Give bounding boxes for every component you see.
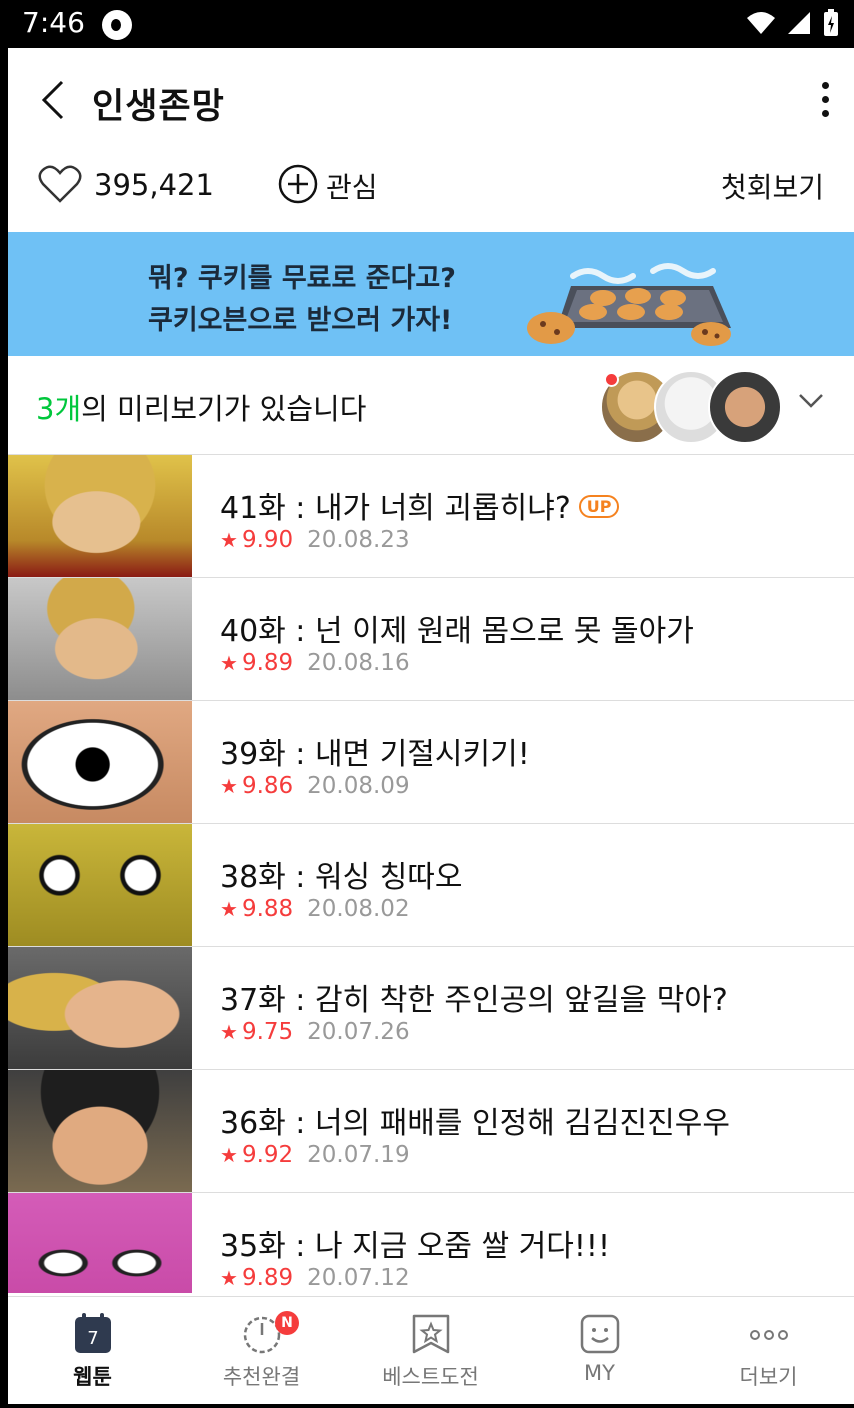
first-episode-button[interactable]: 첫회보기 xyxy=(721,166,824,206)
episode-title: 36화 : 너의 패배를 인정해 김김진진우우 xyxy=(220,1106,730,1141)
status-time: 7:46 xyxy=(22,6,85,39)
episode-title: 40화 : 넌 이제 원래 몸으로 못 돌아가 xyxy=(220,614,694,649)
status-icons xyxy=(746,8,840,38)
tab-label: 더보기 xyxy=(739,1365,798,1389)
episode-thumbnail xyxy=(8,701,192,823)
episode-thumbnail xyxy=(8,1070,192,1192)
episode-rating: 9.92 xyxy=(241,1142,294,1168)
star-icon: ★ xyxy=(220,897,238,921)
episode-row[interactable]: 38화 : 워싱 칭따오 ★ 9.88 20.08.02 xyxy=(8,824,854,947)
episode-title: 41화 : 내가 너희 괴롭히냐? UP xyxy=(220,483,620,527)
episode-rating: 9.75 xyxy=(241,1019,294,1045)
preview-avatar-3 xyxy=(708,370,782,444)
tab-label: MY xyxy=(584,1361,615,1385)
tab-my[interactable]: MY xyxy=(515,1297,684,1405)
new-dot-icon xyxy=(604,372,619,387)
episode-thumbnail xyxy=(8,947,192,1069)
episode-list: 41화 : 내가 너희 괴롭히냐? UP ★ 9.90 20.08.23 40화 : … xyxy=(8,455,854,1293)
chevron-down-icon[interactable] xyxy=(798,392,824,410)
episode-date: 20.07.26 xyxy=(307,1019,410,1045)
tab-label: 웹툰 xyxy=(73,1365,112,1389)
episode-date: 20.08.09 xyxy=(307,773,410,799)
page-title: 인생존망 xyxy=(92,87,225,127)
more-options-icon[interactable] xyxy=(820,82,830,122)
battery-icon xyxy=(824,9,838,36)
episode-rating: 9.89 xyxy=(241,1265,294,1291)
calendar-day: 7 xyxy=(87,1328,98,1349)
episode-rating: 9.90 xyxy=(241,527,294,553)
more-dots-icon xyxy=(749,1330,788,1340)
episode-meta: ★ 9.88 20.08.02 xyxy=(220,896,410,922)
favorite-button[interactable]: 관심 xyxy=(326,166,378,206)
episode-row[interactable]: 36화 : 너의 패배를 인정해 김김진진우우 ★ 9.92 20.07.19 xyxy=(8,1070,854,1193)
episode-row[interactable]: 40화 : 넌 이제 원래 몸으로 못 돌아가 ★ 9.89 20.08.16 xyxy=(8,578,854,701)
banner-line-2: 쿠키오븐으로 받으러 가자! xyxy=(148,305,453,336)
preview-text: 의 미리보기가 있습니다 xyxy=(81,392,367,426)
episode-rating: 9.86 xyxy=(241,773,294,799)
new-badge: N xyxy=(275,1311,299,1335)
episode-date: 20.07.12 xyxy=(307,1265,410,1291)
banner-line-1: 뭐? 쿠키를 무료로 준다고? xyxy=(148,263,456,294)
preview-avatars xyxy=(600,370,782,444)
status-bar: 7:46 xyxy=(0,0,854,48)
episode-thumbnail xyxy=(8,578,192,700)
up-badge: UP xyxy=(578,495,620,518)
episode-title: 39화 : 내면 기절시키기! xyxy=(220,737,530,772)
episode-meta: ★ 9.90 20.08.23 xyxy=(220,527,410,553)
star-icon: ★ xyxy=(220,1020,238,1044)
star-icon: ★ xyxy=(220,651,238,675)
episode-row[interactable]: 41화 : 내가 너희 괴롭히냐? UP ★ 9.90 20.08.23 xyxy=(8,455,854,578)
episode-date: 20.08.23 xyxy=(307,527,410,553)
episode-thumbnail xyxy=(8,455,192,577)
episode-thumbnail xyxy=(8,1193,192,1293)
star-icon: ★ xyxy=(220,1143,238,1167)
tab-webtoon[interactable]: 7 웹툰 xyxy=(8,1297,177,1405)
screen-frame-bottom xyxy=(0,1404,854,1408)
episode-row[interactable]: 39화 : 내면 기절시키기! ★ 9.86 20.08.09 xyxy=(8,701,854,824)
episode-row[interactable]: 37화 : 감히 착한 주인공의 앞길을 막아? ★ 9.75 20.07.26 xyxy=(8,947,854,1070)
back-arrow-icon[interactable] xyxy=(38,80,72,120)
episode-date: 20.08.02 xyxy=(307,896,410,922)
screen-frame xyxy=(0,48,8,1408)
preview-row[interactable]: 3개의 미리보기가 있습니다 xyxy=(8,356,854,455)
smiley-icon xyxy=(580,1314,619,1354)
episode-title: 37화 : 감히 착한 주인공의 앞길을 막아? xyxy=(220,983,728,1018)
star-icon: ★ xyxy=(220,774,238,798)
episode-rating: 9.88 xyxy=(241,896,294,922)
cookie-tray-illustration xyxy=(527,263,731,346)
wifi-icon xyxy=(747,12,775,34)
episode-meta: ★ 9.89 20.08.16 xyxy=(220,650,410,676)
preview-message: 3개의 미리보기가 있습니다 xyxy=(36,386,366,428)
app-notification-icon xyxy=(102,10,132,40)
episode-thumbnail xyxy=(8,824,192,946)
episode-rating: 9.89 xyxy=(241,650,294,676)
actions-row: 395,421 관심 첫회보기 xyxy=(8,152,854,230)
episode-meta: ★ 9.86 20.08.09 xyxy=(220,773,410,799)
tab-label: 베스트도전 xyxy=(382,1365,479,1389)
tab-completed[interactable]: N 추천완결 xyxy=(177,1297,346,1405)
signal-icon xyxy=(788,12,810,34)
bottom-tab-bar: 7 웹툰 N 추천완결 베스트도전 MY 더보기 xyxy=(8,1296,854,1405)
star-icon: ★ xyxy=(220,528,238,552)
like-count: 395,421 xyxy=(94,168,214,202)
preview-count: 3개 xyxy=(36,392,82,426)
episode-meta: ★ 9.75 20.07.26 xyxy=(220,1019,410,1045)
episode-date: 20.08.16 xyxy=(307,650,410,676)
episode-row[interactable]: 35화 : 나 지금 오줌 쌀 거다!!! ★ 9.89 20.07.12 xyxy=(8,1193,854,1293)
star-bookmark-icon xyxy=(412,1314,449,1354)
episode-meta: ★ 9.89 20.07.12 xyxy=(220,1265,410,1291)
calendar-icon: 7 xyxy=(74,1313,111,1353)
tab-label: 추천완결 xyxy=(222,1365,301,1389)
episode-title: 35화 : 나 지금 오줌 쌀 거다!!! xyxy=(220,1229,610,1264)
heart-icon[interactable] xyxy=(38,164,82,204)
tab-best-challenge[interactable]: 베스트도전 xyxy=(346,1297,515,1405)
top-bar: 인생존망 xyxy=(8,48,854,152)
episode-date: 20.07.19 xyxy=(307,1142,410,1168)
episode-meta: ★ 9.92 20.07.19 xyxy=(220,1142,410,1168)
episode-title: 38화 : 워싱 칭따오 xyxy=(220,860,463,895)
star-icon: ★ xyxy=(220,1266,238,1290)
promo-banner[interactable]: 뭐? 쿠키를 무료로 준다고? 쿠키오븐으로 받으러 가자! xyxy=(8,232,854,356)
tab-more[interactable]: 더보기 xyxy=(684,1297,853,1405)
add-circle-icon[interactable] xyxy=(278,164,318,204)
